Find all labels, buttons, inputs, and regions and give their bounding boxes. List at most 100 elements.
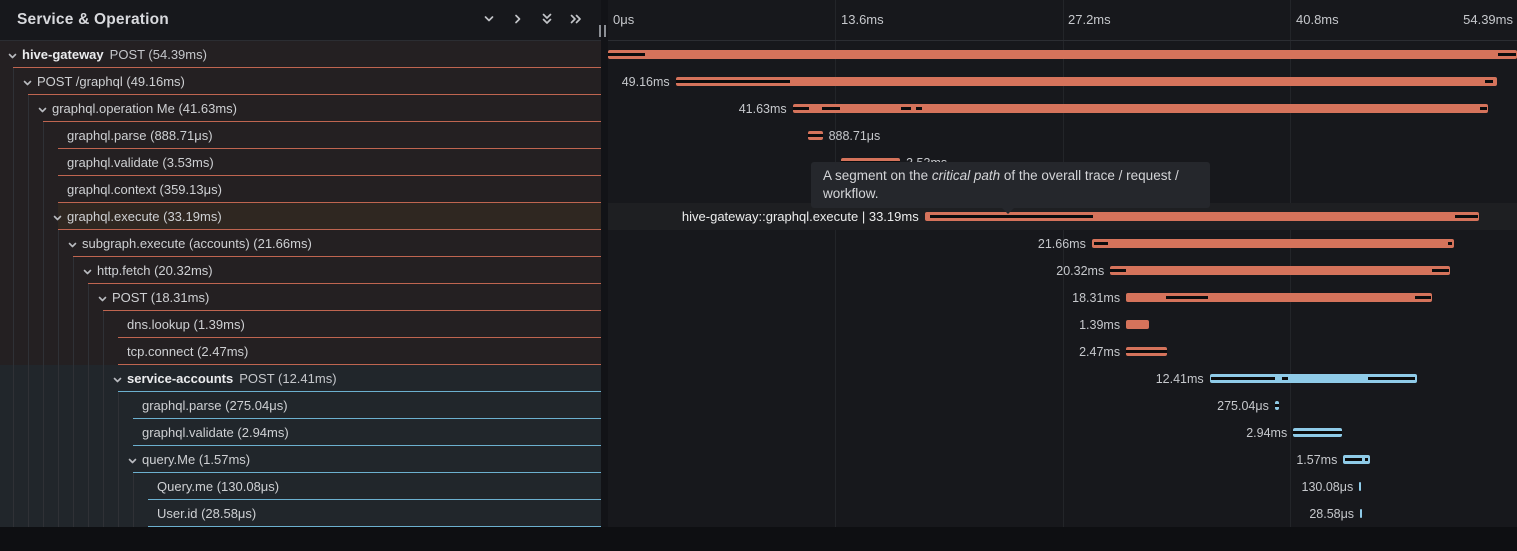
span-duration-label: 21.66ms (1038, 237, 1086, 251)
collapse-all-button[interactable] (568, 13, 584, 29)
span-bar[interactable] (1126, 320, 1149, 329)
indent-guide (13, 149, 14, 176)
chevron-down-icon[interactable] (82, 265, 94, 277)
span-name-row[interactable]: graphql.parse (275.04μs) (0, 392, 601, 419)
indent-guide (133, 500, 134, 527)
span-name-row[interactable]: http.fetch (20.32ms) (0, 257, 601, 284)
indent-guide (58, 500, 59, 527)
chevron-down-icon[interactable] (97, 292, 109, 304)
span-name-label: graphql.execute (33.19ms) (67, 209, 222, 224)
critical-path-segment (1365, 458, 1368, 461)
tooltip-text-line2: workflow. (823, 185, 1198, 203)
indent-guide (28, 419, 29, 446)
span-bar-row[interactable] (608, 41, 1517, 68)
span-bar[interactable] (1092, 239, 1454, 248)
span-bar-row[interactable]: 28.58μs (608, 500, 1517, 527)
span-bar-row[interactable]: 275.04μs (608, 392, 1517, 419)
chevron-down-icon[interactable] (52, 211, 64, 223)
indent-guide (28, 149, 29, 176)
span-bar[interactable] (1359, 482, 1361, 491)
expand-one-level-button[interactable] (481, 13, 497, 29)
indent-guide (58, 392, 59, 419)
span-name-row[interactable]: POST (18.31ms) (0, 284, 601, 311)
span-name-row[interactable]: graphql.execute (33.19ms) (0, 203, 601, 230)
chevron-down-icon (482, 12, 496, 29)
span-row-border (103, 310, 601, 311)
span-bar-row[interactable]: 2.47ms (608, 338, 1517, 365)
indent-guide (28, 365, 29, 392)
indent-guide (58, 473, 59, 500)
span-name-row[interactable]: POST /graphql (49.16ms) (0, 68, 601, 95)
span-row-border (88, 283, 601, 284)
span-name-row[interactable]: subgraph.execute (accounts) (21.66ms) (0, 230, 601, 257)
span-row-border (133, 445, 601, 446)
span-row-border (133, 472, 601, 473)
indent-guide (73, 500, 74, 527)
span-bar[interactable] (1360, 509, 1362, 518)
span-bar-row[interactable]: 41.63ms (608, 95, 1517, 122)
panel-splitter[interactable] (601, 0, 608, 527)
span-name-row[interactable]: graphql.parse (888.71μs) (0, 122, 601, 149)
indent-guide (88, 284, 89, 311)
chevron-down-icon[interactable] (127, 454, 139, 466)
span-row-border (43, 121, 601, 122)
span-bar-row[interactable]: 20.32ms (608, 257, 1517, 284)
span-name-row[interactable]: Query.me (130.08μs) (0, 473, 601, 500)
indent-guide (73, 446, 74, 473)
span-name-row[interactable]: graphql.context (359.13μs) (0, 176, 601, 203)
chevron-down-icon[interactable] (37, 103, 49, 115)
indent-guide (73, 257, 74, 284)
indent-guide (43, 257, 44, 284)
indent-guide (13, 338, 14, 365)
span-name-label: graphql.validate (3.53ms) (67, 155, 214, 170)
chevron-down-icon[interactable] (22, 76, 34, 88)
critical-path-segment (1126, 350, 1167, 353)
span-name-row[interactable]: tcp.connect (2.47ms) (0, 338, 601, 365)
span-name-row[interactable]: User.id (28.58μs) (0, 500, 601, 527)
span-row-border (58, 175, 601, 176)
span-bar-row[interactable]: 1.57ms (608, 446, 1517, 473)
span-duration-label: 275.04μs (1217, 399, 1269, 413)
span-bar[interactable] (1110, 266, 1450, 275)
chevron-down-icon[interactable] (7, 49, 19, 61)
panel-resize-handle[interactable] (596, 25, 608, 37)
indent-guide (28, 284, 29, 311)
span-bars-body: 49.16ms41.63ms888.71μs3.53ms359.13μshive… (608, 41, 1517, 527)
span-name-row[interactable]: graphql.validate (2.94ms) (0, 419, 601, 446)
indent-guide (73, 473, 74, 500)
span-name-row[interactable]: service-accountsPOST (12.41ms) (0, 365, 601, 392)
span-name-label: graphql.context (359.13μs) (67, 182, 222, 197)
timeline-tick-label: 54.39ms (1463, 12, 1513, 27)
chevron-down-icon[interactable] (67, 238, 79, 250)
chevron-down-icon[interactable] (112, 373, 124, 385)
span-names-body: hive-gatewayPOST (54.39ms)POST /graphql … (0, 41, 601, 527)
critical-path-segment (1498, 53, 1516, 56)
span-name-row[interactable]: hive-gatewayPOST (54.39ms) (0, 41, 601, 68)
span-name-row[interactable]: query.Me (1.57ms) (0, 446, 601, 473)
span-bar-row[interactable]: 2.94ms (608, 419, 1517, 446)
collapse-one-level-button[interactable] (510, 13, 526, 29)
span-duration-label: 130.08μs (1302, 480, 1354, 494)
critical-path-segment (793, 107, 809, 110)
span-bar-row[interactable]: 1.39ms (608, 311, 1517, 338)
span-bar-row[interactable]: 130.08μs (608, 473, 1517, 500)
expand-all-button[interactable] (539, 13, 555, 29)
indent-guide (73, 392, 74, 419)
indent-guide (73, 419, 74, 446)
span-bar[interactable] (676, 77, 1498, 86)
span-bar[interactable] (793, 104, 1489, 113)
span-bar-row[interactable]: 888.71μs (608, 122, 1517, 149)
indent-guide (28, 203, 29, 230)
indent-guide (43, 203, 44, 230)
indent-guide (13, 230, 14, 257)
span-bar-row[interactable]: 49.16ms (608, 68, 1517, 95)
span-name-row[interactable]: graphql.validate (3.53ms) (0, 149, 601, 176)
span-bar-row[interactable]: 18.31ms (608, 284, 1517, 311)
span-name-row[interactable]: dns.lookup (1.39ms) (0, 311, 601, 338)
span-name-row[interactable]: graphql.operation Me (41.63ms) (0, 95, 601, 122)
span-row-border (73, 256, 601, 257)
span-bar-row[interactable]: 12.41ms (608, 365, 1517, 392)
span-bar[interactable] (608, 50, 1517, 59)
indent-guide (43, 149, 44, 176)
span-bar-row[interactable]: 21.66ms (608, 230, 1517, 257)
